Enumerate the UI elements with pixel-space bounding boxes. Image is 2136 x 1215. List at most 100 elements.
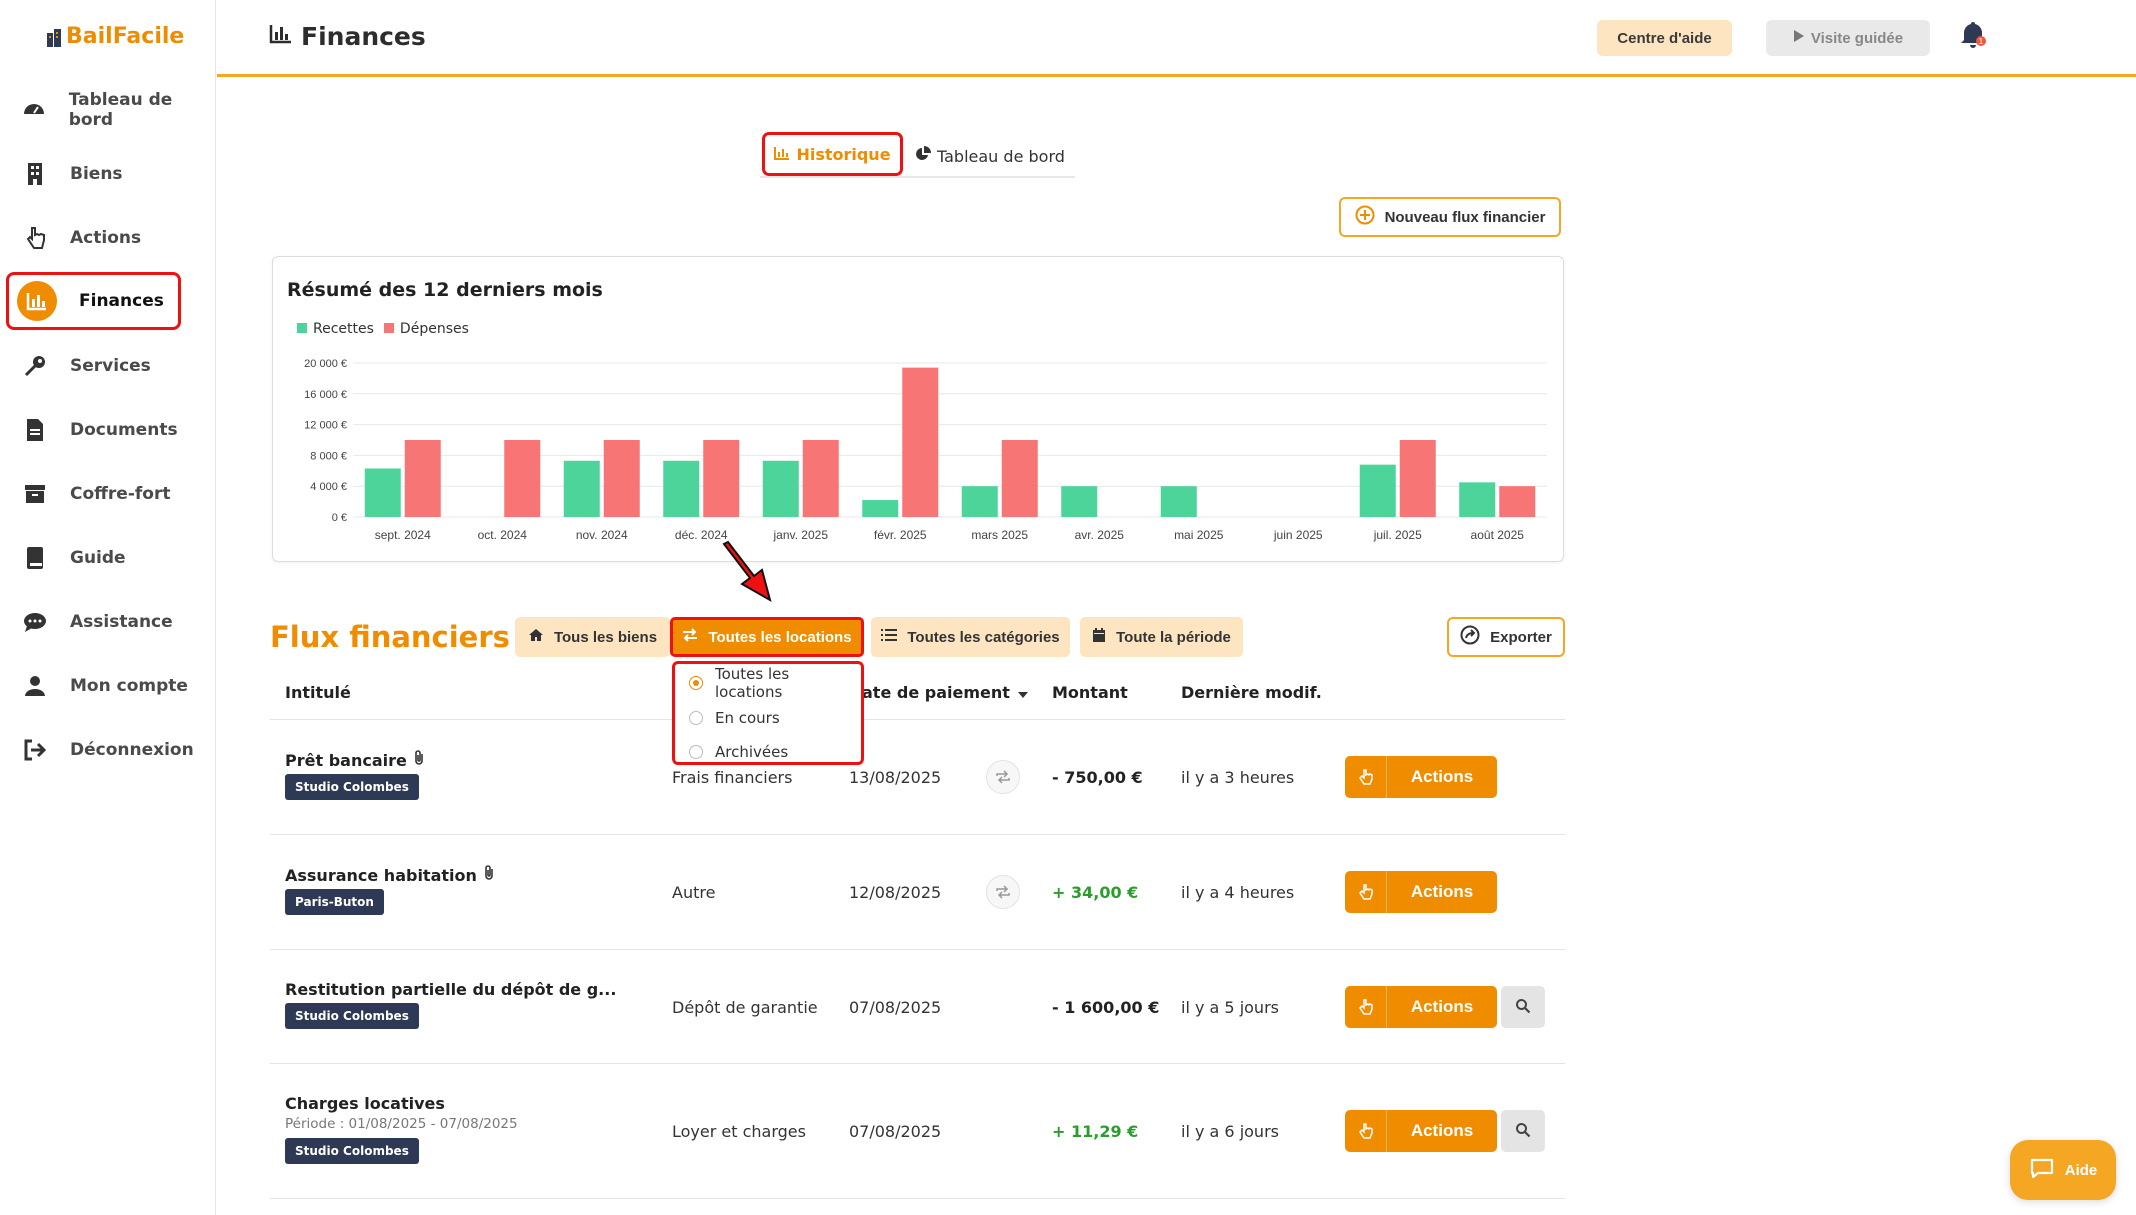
- bar-recettes: [1359, 464, 1396, 517]
- archive-box-icon: [22, 481, 48, 507]
- new-financial-flow-button[interactable]: Nouveau flux financier: [1339, 197, 1561, 237]
- filter-biens-button[interactable]: Tous les biens: [515, 617, 670, 657]
- row-amount: - 1 600,00 €: [1052, 998, 1160, 1017]
- row-title: Prêt bancaire: [285, 750, 425, 770]
- sidebar-item-documents[interactable]: Documents: [22, 408, 178, 452]
- bar-recettes: [1061, 486, 1098, 517]
- y-tick-label: 0 €: [332, 512, 347, 524]
- bar-chart-icon: [269, 22, 293, 51]
- radio-unselected[interactable]: [689, 745, 703, 759]
- column-header-modif[interactable]: Dernière modif.: [1181, 683, 1322, 702]
- tab-label: Historique: [796, 144, 891, 164]
- bar-recettes: [563, 460, 600, 517]
- chat-bubble-icon: [22, 609, 48, 635]
- tab-historique[interactable]: Historique: [762, 132, 903, 176]
- export-button[interactable]: Exporter: [1447, 617, 1565, 657]
- sidebar-item-label: Assistance: [70, 612, 173, 632]
- divider: [270, 719, 1565, 720]
- sidebar-item-guide[interactable]: Guide: [22, 536, 126, 580]
- row-actions-button[interactable]: Actions: [1345, 1110, 1497, 1152]
- help-chat-button[interactable]: Aide: [2010, 1140, 2116, 1200]
- row-search-button[interactable]: [1501, 986, 1545, 1028]
- tab-label: Tableau de bord: [937, 146, 1065, 166]
- building-icon: [22, 161, 48, 187]
- row-actions-button[interactable]: Actions: [1345, 756, 1497, 798]
- guided-tour-button[interactable]: Visite guidée: [1766, 20, 1930, 56]
- dropdown-option-toutes[interactable]: Toutes les locations: [689, 665, 861, 701]
- actions-label: Actions: [1410, 1121, 1474, 1140]
- radio-selected[interactable]: [689, 676, 703, 690]
- x-tick-label: oct. 2024: [478, 528, 528, 542]
- row-period: Période : 01/08/2025 - 07/08/2025: [285, 1116, 518, 1132]
- bar-chart-icon: [17, 281, 57, 321]
- property-badge: Studio Colombes: [285, 1138, 419, 1164]
- row-actions-button[interactable]: Actions: [1345, 871, 1497, 913]
- y-tick-label: 16 000 €: [304, 389, 347, 401]
- notifications-bell-icon[interactable]: 1: [1957, 20, 1991, 54]
- sidebar-item-label: Finances: [79, 291, 164, 311]
- hand-pointer-icon: [1345, 756, 1387, 798]
- y-tick-label: 8 000 €: [310, 450, 347, 462]
- page-title: Finances: [269, 22, 426, 51]
- sidebar-item-assistance[interactable]: Assistance: [22, 600, 173, 644]
- row-title-text: Prêt bancaire: [285, 750, 407, 770]
- bar-recettes: [1459, 482, 1496, 517]
- sidebar-item-deconnexion[interactable]: Déconnexion: [22, 728, 194, 772]
- column-header-intitule[interactable]: Intitulé: [285, 683, 351, 702]
- dropdown-option-archivees[interactable]: Archivées: [689, 741, 788, 763]
- bar-recettes: [663, 460, 700, 517]
- divider: [270, 1063, 1565, 1064]
- help-center-button[interactable]: Centre d'aide: [1597, 20, 1732, 56]
- row-title-text: Restitution partielle du dépôt de g...: [285, 980, 617, 999]
- notification-count-badge: 1: [1979, 37, 1984, 46]
- row-search-button[interactable]: [1501, 1110, 1545, 1152]
- sidebar-item-services[interactable]: Services: [22, 344, 151, 388]
- view-tabs: Historique Tableau de bord: [760, 132, 1075, 178]
- filter-categories-button[interactable]: Toutes les catégories: [871, 617, 1070, 657]
- sidebar-item-tableau-de-bord[interactable]: Tableau de bord: [22, 88, 215, 132]
- sidebar-item-label: Guide: [70, 548, 126, 568]
- row-actions-button[interactable]: Actions: [1345, 986, 1497, 1028]
- pie-chart-icon: [915, 146, 931, 166]
- plus-circle-icon: [1355, 205, 1375, 229]
- tab-tableau-de-bord[interactable]: Tableau de bord: [915, 134, 1065, 178]
- row-category: Loyer et charges: [672, 1122, 806, 1141]
- app-logo[interactable]: BailFacile: [46, 24, 184, 49]
- divider: [270, 1198, 1565, 1199]
- option-label: En cours: [715, 709, 780, 727]
- row-date: 12/08/2025: [849, 883, 942, 902]
- sidebar-item-coffre-fort[interactable]: Coffre-fort: [22, 472, 170, 516]
- sidebar-item-label: Mon compte: [70, 676, 188, 696]
- x-tick-label: févr. 2025: [874, 528, 927, 542]
- filter-label: Toutes les catégories: [907, 628, 1060, 646]
- help-chat-label: Aide: [2064, 1161, 2098, 1179]
- key-icon: [22, 353, 48, 379]
- radio-unselected[interactable]: [689, 711, 703, 725]
- sidebar-item-biens[interactable]: Biens: [22, 152, 123, 196]
- bar-depenses: [1001, 440, 1038, 517]
- row-modified: il y a 5 jours: [1181, 998, 1279, 1017]
- dropdown-option-en-cours[interactable]: En cours: [689, 707, 780, 729]
- actions-label: Actions: [1410, 997, 1474, 1016]
- sidebar-item-label: Coffre-fort: [70, 484, 171, 504]
- filter-locations-button[interactable]: Toutes les locations: [670, 617, 864, 657]
- file-icon: [22, 417, 48, 443]
- row-amount: + 34,00 €: [1052, 883, 1139, 902]
- property-badge: Paris-Buton: [285, 889, 384, 915]
- y-tick-label: 4 000 €: [310, 481, 347, 493]
- x-tick-label: juin 2025: [1273, 528, 1323, 542]
- sidebar-item-actions[interactable]: Actions: [22, 216, 141, 260]
- row-title-text: Assurance habitation: [285, 865, 477, 885]
- calendar-icon: [1092, 627, 1106, 647]
- filter-periode-button[interactable]: Toute la période: [1080, 617, 1243, 657]
- sidebar-item-finances[interactable]: Finances: [6, 272, 181, 330]
- sidebar-item-mon-compte[interactable]: Mon compte: [22, 664, 188, 708]
- bar-recettes: [762, 460, 799, 517]
- column-header-date[interactable]: ate de paiement: [862, 683, 1028, 702]
- building-logo-icon: [46, 28, 62, 47]
- bar-depenses: [703, 440, 740, 517]
- row-amount: + 11,29 €: [1052, 1122, 1139, 1141]
- play-icon: [1793, 29, 1805, 47]
- dashboard-gauge-icon: [22, 97, 47, 123]
- column-header-montant[interactable]: Montant: [1052, 683, 1128, 702]
